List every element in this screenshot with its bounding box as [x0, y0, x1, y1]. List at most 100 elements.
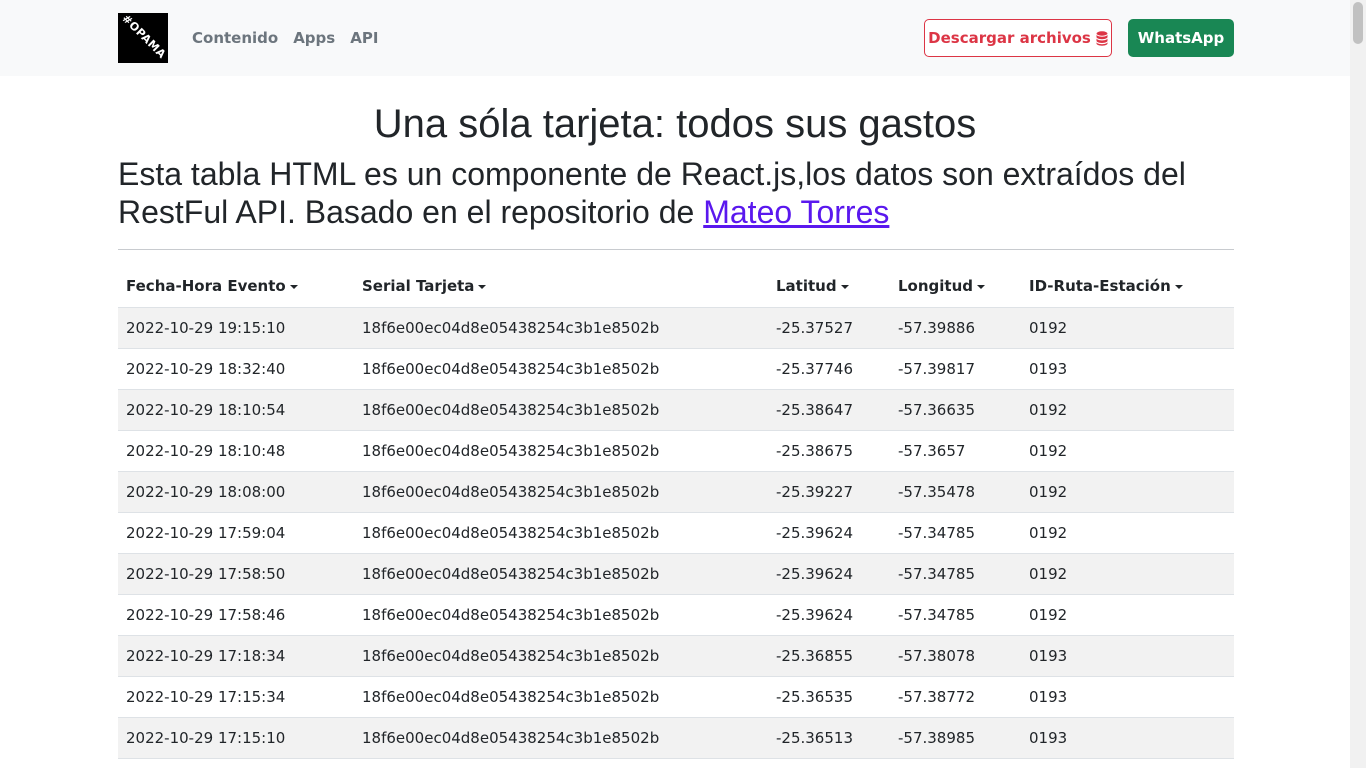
cell-longitud: -57.38078 [890, 635, 1021, 677]
cell-longitud: -57.39886 [890, 307, 1021, 349]
cell-longitud: -57.35478 [890, 471, 1021, 513]
cell-longitud: -57.34785 [890, 512, 1021, 554]
cell-id-ruta-estacion: 0192 [1021, 471, 1234, 513]
cell-latitud: -25.38647 [768, 389, 890, 431]
header-label: Latitud [776, 277, 837, 296]
cell-id-ruta-estacion: 0192 [1021, 389, 1234, 431]
header-id-ruta-estacion[interactable]: ID-Ruta-Estación [1021, 266, 1234, 308]
cell-serial-tarjeta: 18f6e00ec04d8e05438254c3b1e8502b [354, 512, 768, 554]
page-subtitle: Esta tabla HTML es un componente de Reac… [118, 155, 1234, 231]
cell-longitud: -57.34785 [890, 553, 1021, 595]
table-header-row: Fecha-Hora Evento Serial Tarjeta Latitud… [118, 266, 1234, 308]
table-body: 2022-10-29 19:15:10 18f6e00ec04d8e0543825… [118, 307, 1234, 759]
nav-link-apps[interactable]: Apps [293, 28, 335, 48]
cell-longitud: -57.3657 [890, 430, 1021, 472]
cell-serial-tarjeta: 18f6e00ec04d8e05438254c3b1e8502b [354, 594, 768, 636]
cell-latitud: -25.39624 [768, 512, 890, 554]
sort-caret-icon [840, 284, 849, 289]
cell-id-ruta-estacion: 0192 [1021, 430, 1234, 472]
cell-id-ruta-estacion: 0192 [1021, 594, 1234, 636]
cell-serial-tarjeta: 18f6e00ec04d8e05438254c3b1e8502b [354, 553, 768, 595]
table-row: 2022-10-29 17:58:46 18f6e00ec04d8e0543825… [118, 594, 1234, 636]
cell-id-ruta-estacion: 0192 [1021, 307, 1234, 349]
cell-longitud: -57.36635 [890, 389, 1021, 431]
cell-serial-tarjeta: 18f6e00ec04d8e05438254c3b1e8502b [354, 307, 768, 349]
cell-longitud: -57.38772 [890, 676, 1021, 718]
header-label: Fecha-Hora Evento [126, 277, 286, 296]
header-longitud[interactable]: Longitud [890, 266, 1021, 308]
cell-serial-tarjeta: 18f6e00ec04d8e05438254c3b1e8502b [354, 389, 768, 431]
table-row: 2022-10-29 18:32:40 18f6e00ec04d8e0543825… [118, 348, 1234, 390]
nav-link-api[interactable]: API [350, 28, 378, 48]
header-fecha-hora[interactable]: Fecha-Hora Evento [118, 266, 354, 308]
cell-latitud: -25.37527 [768, 307, 890, 349]
sort-caret-icon [1174, 284, 1183, 289]
cell-fecha-hora: 2022-10-29 17:58:46 [118, 594, 354, 636]
download-files-button[interactable]: Descargar archivos [924, 19, 1112, 57]
cell-id-ruta-estacion: 0193 [1021, 717, 1234, 759]
nav-links: Contenido Apps API [192, 28, 393, 48]
cell-serial-tarjeta: 18f6e00ec04d8e05438254c3b1e8502b [354, 471, 768, 513]
cell-fecha-hora: 2022-10-29 17:18:34 [118, 635, 354, 677]
sort-caret-icon [977, 284, 986, 289]
table-row: 2022-10-29 19:15:10 18f6e00ec04d8e0543825… [118, 307, 1234, 349]
header-latitud[interactable]: Latitud [768, 266, 890, 308]
subtitle-text: Esta tabla HTML es un componente de Reac… [118, 156, 1186, 230]
cell-fecha-hora: 2022-10-29 17:59:04 [118, 512, 354, 554]
header-label: ID-Ruta-Estación [1029, 277, 1171, 296]
cell-fecha-hora: 2022-10-29 17:15:34 [118, 676, 354, 718]
table-row: 2022-10-29 17:59:04 18f6e00ec04d8e0543825… [118, 512, 1234, 554]
cell-latitud: -25.37746 [768, 348, 890, 390]
table-row: 2022-10-29 17:15:34 18f6e00ec04d8e0543825… [118, 676, 1234, 718]
cell-latitud: -25.39624 [768, 553, 890, 595]
cell-latitud: -25.39227 [768, 471, 890, 513]
cell-latitud: -25.39624 [768, 594, 890, 636]
navbar: #OPAMA Contenido Apps API Descargar arch… [0, 0, 1350, 76]
table-row: 2022-10-29 18:08:00 18f6e00ec04d8e0543825… [118, 471, 1234, 513]
logo[interactable]: #OPAMA [118, 13, 168, 63]
cell-fecha-hora: 2022-10-29 17:58:50 [118, 553, 354, 595]
table-row: 2022-10-29 17:18:34 18f6e00ec04d8e0543825… [118, 635, 1234, 677]
cell-latitud: -25.36535 [768, 676, 890, 718]
table-row: 2022-10-29 17:15:10 18f6e00ec04d8e0543825… [118, 717, 1234, 759]
cell-longitud: -57.39817 [890, 348, 1021, 390]
divider [118, 249, 1234, 250]
table-row: 2022-10-29 17:58:50 18f6e00ec04d8e0543825… [118, 553, 1234, 595]
cell-id-ruta-estacion: 0192 [1021, 553, 1234, 595]
cell-serial-tarjeta: 18f6e00ec04d8e05438254c3b1e8502b [354, 430, 768, 472]
cell-fecha-hora: 2022-10-29 17:15:10 [118, 717, 354, 759]
cell-serial-tarjeta: 18f6e00ec04d8e05438254c3b1e8502b [354, 717, 768, 759]
cell-id-ruta-estacion: 0193 [1021, 635, 1234, 677]
cell-serial-tarjeta: 18f6e00ec04d8e05438254c3b1e8502b [354, 676, 768, 718]
cell-fecha-hora: 2022-10-29 19:15:10 [118, 307, 354, 349]
whatsapp-button[interactable]: WhatsApp [1128, 19, 1234, 57]
header-label: Longitud [898, 277, 974, 296]
cell-fecha-hora: 2022-10-29 18:10:54 [118, 389, 354, 431]
cell-id-ruta-estacion: 0193 [1021, 676, 1234, 718]
sort-caret-icon [289, 284, 298, 289]
header-serial-tarjeta[interactable]: Serial Tarjeta [354, 266, 768, 308]
download-files-label: Descargar archivos [928, 29, 1091, 47]
cell-fecha-hora: 2022-10-29 18:32:40 [118, 348, 354, 390]
cell-latitud: -25.38675 [768, 430, 890, 472]
cell-serial-tarjeta: 18f6e00ec04d8e05438254c3b1e8502b [354, 635, 768, 677]
transactions-table: Fecha-Hora Evento Serial Tarjeta Latitud… [118, 266, 1234, 759]
nav-link-contenido[interactable]: Contenido [192, 28, 278, 48]
cell-fecha-hora: 2022-10-29 18:08:00 [118, 471, 354, 513]
table-row: 2022-10-29 18:10:48 18f6e00ec04d8e0543825… [118, 430, 1234, 472]
logo-text: #OPAMA [119, 13, 168, 62]
header-label: Serial Tarjeta [362, 277, 475, 296]
cell-longitud: -57.38985 [890, 717, 1021, 759]
cell-id-ruta-estacion: 0193 [1021, 348, 1234, 390]
cell-longitud: -57.34785 [890, 594, 1021, 636]
cell-latitud: -25.36513 [768, 717, 890, 759]
sort-caret-icon [478, 284, 487, 289]
mateo-torres-link[interactable]: Mateo Torres [703, 194, 889, 230]
scrollbar-thumb[interactable] [1353, 2, 1363, 44]
page-title: Una sóla tarjeta: todos sus gastos [373, 102, 977, 146]
database-icon [1096, 30, 1108, 46]
cell-fecha-hora: 2022-10-29 18:10:48 [118, 430, 354, 472]
page-scrollbar[interactable] [1350, 0, 1366, 768]
cell-serial-tarjeta: 18f6e00ec04d8e05438254c3b1e8502b [354, 348, 768, 390]
cell-latitud: -25.36855 [768, 635, 890, 677]
